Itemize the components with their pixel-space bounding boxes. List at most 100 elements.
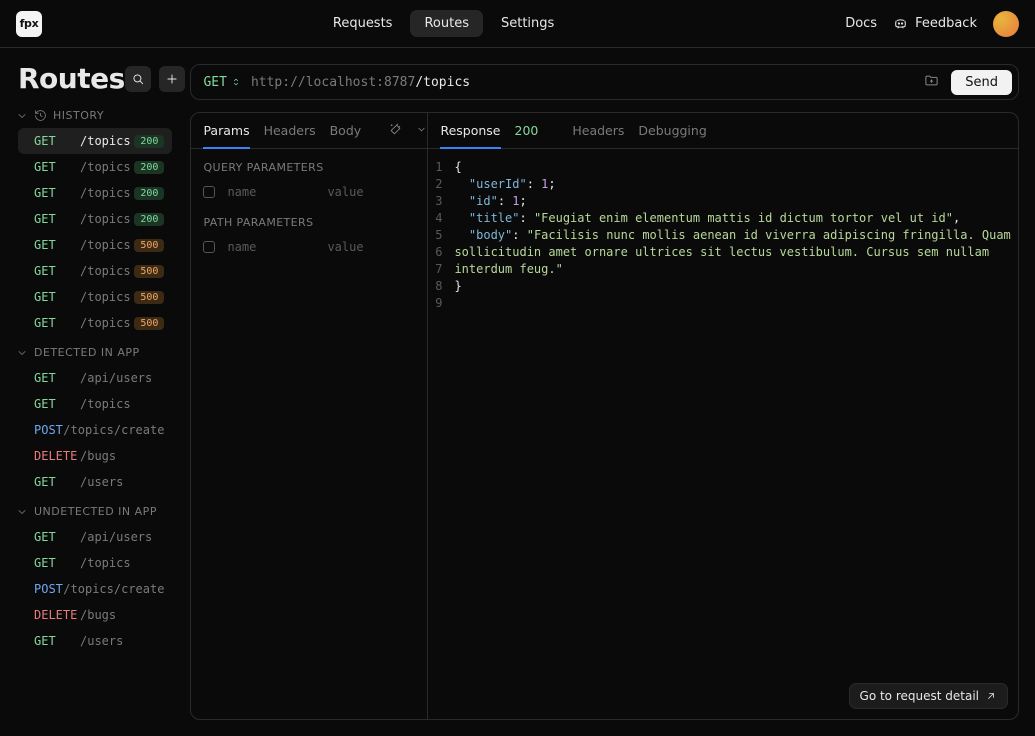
search-button[interactable] bbox=[125, 66, 151, 92]
route-path: /topics bbox=[80, 134, 134, 148]
param-name-input[interactable] bbox=[225, 239, 315, 255]
route-method: GET bbox=[34, 134, 80, 148]
nav-settings[interactable]: Settings bbox=[487, 10, 568, 37]
group-head-undetected[interactable]: UNDETECTED IN APP bbox=[16, 505, 172, 518]
folder-plus-icon bbox=[924, 73, 939, 88]
route-row[interactable]: GET/topics500 bbox=[18, 232, 172, 258]
route-row[interactable]: GET/api/users bbox=[18, 365, 172, 391]
docs-link[interactable]: Docs bbox=[845, 16, 877, 31]
line-number: 3 bbox=[428, 193, 454, 210]
route-method: POST bbox=[34, 582, 63, 596]
nav-requests[interactable]: Requests bbox=[319, 10, 407, 37]
status-badge: 500 bbox=[134, 239, 164, 252]
route-path: /topics bbox=[80, 160, 134, 174]
plus-icon bbox=[165, 72, 179, 86]
expand-button[interactable] bbox=[416, 123, 427, 138]
route-row[interactable]: GET/topics bbox=[18, 550, 172, 576]
history-icon bbox=[34, 109, 47, 122]
path-params-head: PATH PARAMETERS bbox=[191, 204, 427, 235]
line-number: 8 bbox=[428, 278, 454, 295]
code-line: 7interdum feug." bbox=[428, 261, 1018, 278]
route-row[interactable]: GET/topics500 bbox=[18, 284, 172, 310]
param-enable-checkbox[interactable] bbox=[203, 241, 215, 253]
code-line: 9 bbox=[428, 295, 1018, 312]
route-method: GET bbox=[34, 397, 80, 411]
route-row[interactable]: DELETE/bugs bbox=[18, 602, 172, 628]
tab-response-headers[interactable]: Headers bbox=[572, 114, 624, 147]
code-line: 6sollicitudin amet ornare ultrices sit l… bbox=[428, 244, 1018, 261]
go-to-detail-button[interactable]: Go to request detail bbox=[849, 683, 1008, 709]
route-row[interactable]: POST/topics/create bbox=[18, 417, 172, 443]
tab-response[interactable]: Response bbox=[440, 114, 500, 149]
status-badge: 200 bbox=[134, 187, 164, 200]
code-line: 3 "id": 1; bbox=[428, 193, 1018, 210]
page-title: Routes bbox=[18, 62, 125, 95]
route-row[interactable]: GET/api/users bbox=[18, 524, 172, 550]
feedback-link[interactable]: Feedback bbox=[893, 16, 977, 31]
chevron-down-icon bbox=[16, 506, 28, 518]
group-head-history[interactable]: HISTORY bbox=[16, 109, 172, 122]
method-select[interactable]: GET bbox=[203, 75, 240, 90]
feedback-label: Feedback bbox=[915, 16, 977, 31]
brand-logo[interactable]: fpx bbox=[16, 11, 42, 37]
route-method: DELETE bbox=[34, 449, 80, 463]
param-enable-checkbox[interactable] bbox=[203, 186, 215, 198]
wand-icon bbox=[389, 123, 402, 136]
chevron-down-icon bbox=[16, 110, 28, 122]
route-row[interactable]: GET/users bbox=[18, 628, 172, 654]
route-row[interactable]: GET/topics bbox=[18, 391, 172, 417]
route-method: GET bbox=[34, 160, 80, 174]
route-method: GET bbox=[34, 556, 80, 570]
route-row[interactable]: GET/topics500 bbox=[18, 258, 172, 284]
status-badge: 200 bbox=[134, 161, 164, 174]
route-row[interactable]: GET/topics200 bbox=[18, 206, 172, 232]
chevron-down-icon bbox=[416, 124, 427, 135]
code-line: 5 "body": "Facilisis nunc mollis aenean … bbox=[428, 227, 1018, 244]
magic-button[interactable] bbox=[389, 123, 402, 139]
send-button[interactable]: Send bbox=[951, 70, 1012, 95]
route-method: DELETE bbox=[34, 608, 80, 622]
route-row[interactable]: GET/topics200 bbox=[18, 180, 172, 206]
route-path: /users bbox=[80, 475, 164, 489]
tab-headers[interactable]: Headers bbox=[264, 114, 316, 147]
tab-debugging[interactable]: Debugging bbox=[638, 114, 706, 147]
tab-params[interactable]: Params bbox=[203, 114, 249, 149]
avatar[interactable] bbox=[993, 11, 1019, 37]
status-badge: 200 bbox=[134, 213, 164, 226]
route-row[interactable]: GET/topics200 bbox=[18, 128, 172, 154]
response-body[interactable]: 1{2 "userId": 1;3 "id": 1;4 "title": "Fe… bbox=[428, 149, 1018, 719]
main: GET http://localhost:8787/topics Send Pa… bbox=[188, 48, 1035, 736]
code-line: 4 "title": "Feugiat enim elementum matti… bbox=[428, 210, 1018, 227]
response-panel: Response 200 Headers Debugging 1{2 "user… bbox=[428, 113, 1018, 719]
panels: Params Headers Body QUERY PARAMETERS bbox=[190, 112, 1019, 720]
code-line: 8} bbox=[428, 278, 1018, 295]
route-path: /topics bbox=[80, 212, 134, 226]
request-panel: Params Headers Body QUERY PARAMETERS bbox=[191, 113, 428, 719]
line-number: 5 bbox=[428, 227, 454, 244]
status-badge: 500 bbox=[134, 317, 164, 330]
nav-routes[interactable]: Routes bbox=[410, 10, 483, 37]
route-row[interactable]: GET/topics200 bbox=[18, 154, 172, 180]
query-params-head: QUERY PARAMETERS bbox=[191, 149, 427, 180]
route-row[interactable]: POST/topics/create bbox=[18, 576, 172, 602]
line-number: 6 bbox=[428, 244, 454, 261]
route-row[interactable]: DELETE/bugs bbox=[18, 443, 172, 469]
route-path: /topics/create bbox=[63, 423, 164, 437]
group-label: HISTORY bbox=[53, 109, 104, 122]
param-name-input[interactable] bbox=[225, 184, 315, 200]
route-row[interactable]: GET/topics500 bbox=[18, 310, 172, 336]
route-row[interactable]: GET/users bbox=[18, 469, 172, 495]
url-input[interactable]: http://localhost:8787/topics bbox=[251, 75, 914, 90]
line-number: 4 bbox=[428, 210, 454, 227]
group-head-detected[interactable]: DETECTED IN APP bbox=[16, 346, 172, 359]
tab-body[interactable]: Body bbox=[330, 114, 362, 147]
code-line: 2 "userId": 1; bbox=[428, 176, 1018, 193]
status-badge: 500 bbox=[134, 291, 164, 304]
param-value-input[interactable] bbox=[325, 239, 415, 255]
route-method: GET bbox=[34, 530, 80, 544]
add-route-button[interactable] bbox=[159, 66, 185, 92]
param-value-input[interactable] bbox=[325, 184, 415, 200]
route-method: GET bbox=[34, 371, 80, 385]
save-request-button[interactable] bbox=[924, 73, 939, 92]
route-method: POST bbox=[34, 423, 63, 437]
